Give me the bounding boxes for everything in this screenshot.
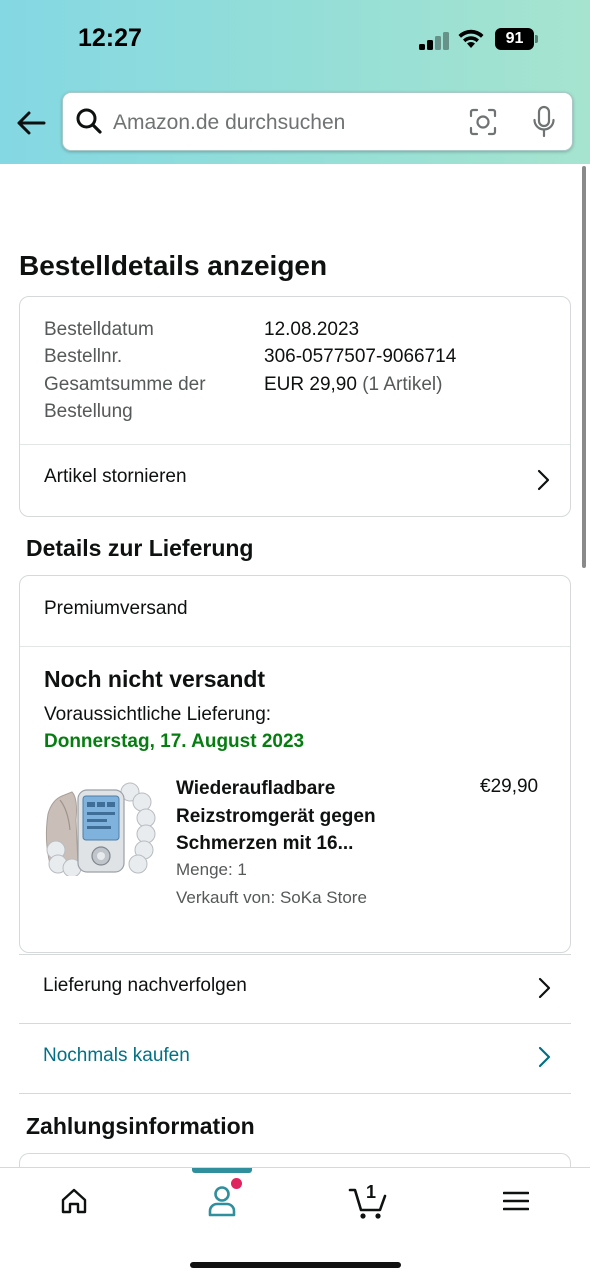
- product-title-line: Reizstromgerät gegen: [176, 805, 376, 827]
- delivery-card: Premiumversand Noch nicht versandt Vorau…: [19, 575, 571, 953]
- eta-label: Voraussichtliche Lieferung:: [44, 704, 272, 725]
- chevron-right-icon: [538, 977, 551, 999]
- back-arrow-icon[interactable]: [14, 106, 48, 140]
- order-date-label: Bestelldatum: [44, 319, 154, 340]
- order-total-amount: EUR 29,90: [264, 374, 357, 395]
- status-time: 12:27: [78, 24, 142, 52]
- eta-date: Donnerstag, 17. August 2023: [44, 731, 305, 752]
- payment-section-title: Zahlungsinformation: [26, 1113, 255, 1139]
- order-date-value: 12.08.2023: [264, 319, 360, 340]
- menu-icon[interactable]: [503, 1190, 529, 1212]
- account-icon[interactable]: [206, 1184, 238, 1218]
- battery-icon: 91: [495, 28, 539, 50]
- cancel-item-row[interactable]: Artikel stornieren: [20, 445, 570, 517]
- battery-level: 91: [495, 28, 534, 50]
- order-item-count: (1 Artikel): [356, 374, 443, 395]
- header: 12:27 91 Amazon.de durchsuchen: [0, 0, 590, 164]
- microphone-icon[interactable]: [531, 105, 557, 139]
- page-title: Bestelldetails anzeigen: [19, 250, 328, 281]
- search-icon: [76, 108, 102, 134]
- product-image[interactable]: [42, 780, 157, 876]
- divider: [19, 1093, 571, 1094]
- product-quantity: Menge: 1: [176, 860, 247, 879]
- search-input[interactable]: Amazon.de durchsuchen: [62, 92, 573, 151]
- notification-dot: [231, 1178, 242, 1189]
- track-delivery-row[interactable]: Lieferung nachverfolgen: [19, 955, 571, 1023]
- order-summary-card: Bestelldatum 12.08.2023 Bestellnr. 306-0…: [19, 296, 571, 517]
- chevron-right-icon: [537, 469, 550, 491]
- search-placeholder: Amazon.de durchsuchen: [113, 111, 346, 134]
- product-title-line: Schmerzen mit 16...: [176, 833, 354, 854]
- product-seller: Verkauft von: SoKa Store: [176, 888, 367, 907]
- shipment-status: Noch nicht versandt: [44, 666, 266, 692]
- wifi-icon: [458, 29, 484, 48]
- buy-again-label: Nochmals kaufen: [43, 1045, 190, 1066]
- buy-again-row[interactable]: Nochmals kaufen: [19, 1024, 571, 1093]
- order-number-value: 306-0577507-9066714: [264, 346, 457, 367]
- home-indicator: [190, 1262, 401, 1268]
- product-price: €29,90: [480, 776, 539, 797]
- order-number-label: Bestellnr.: [44, 346, 123, 367]
- active-tab-indicator: [192, 1168, 252, 1173]
- order-total-value: EUR 29,90 (1 Artikel): [264, 374, 442, 396]
- cart-count: 1: [366, 1182, 377, 1202]
- chevron-right-icon: [538, 1046, 551, 1068]
- delivery-section-title: Details zur Lieferung: [26, 535, 254, 561]
- track-delivery-label: Lieferung nachverfolgen: [43, 975, 247, 996]
- scrollbar[interactable]: [582, 166, 586, 568]
- cancel-item-label: Artikel stornieren: [44, 466, 187, 487]
- shipping-type: Premiumversand: [44, 598, 188, 619]
- product-title[interactable]: Wiederaufladbare Reizstromgerät gegen Sc…: [176, 775, 426, 858]
- home-icon[interactable]: [59, 1186, 89, 1216]
- camera-scan-icon[interactable]: [468, 107, 498, 137]
- signal-icon: [419, 32, 449, 50]
- divider: [20, 646, 570, 647]
- order-total-label-line1: Gesamtsumme der: [44, 374, 206, 395]
- order-total-label-line2: Bestellung: [44, 401, 133, 422]
- product-title-line: Wiederaufladbare: [176, 778, 336, 799]
